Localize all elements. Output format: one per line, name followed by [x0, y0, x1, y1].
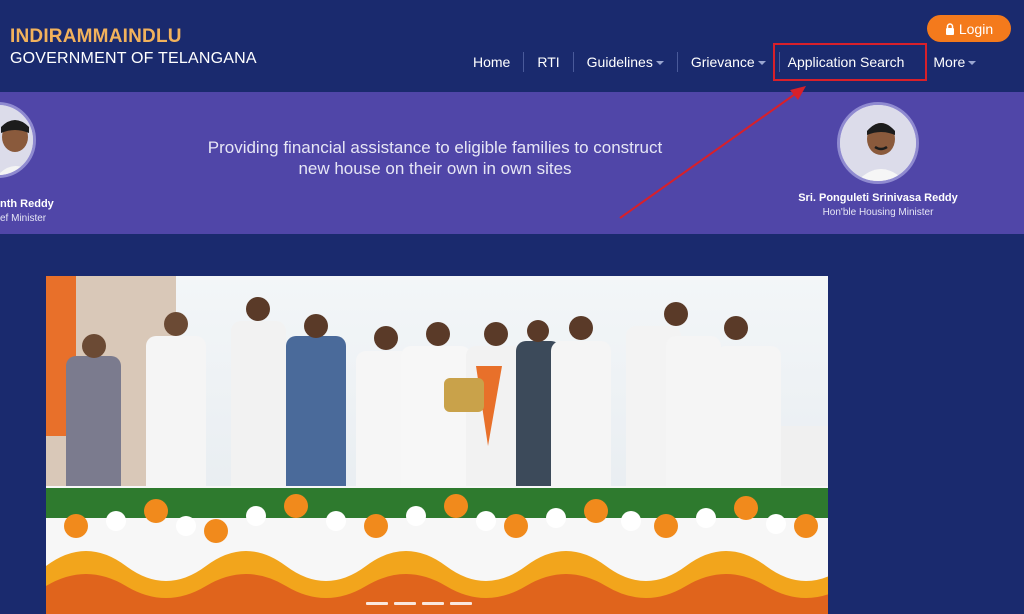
- nav-label: More: [933, 54, 966, 70]
- brand-subtitle: GOVERNMENT OF TELANGANA: [10, 50, 257, 67]
- chevron-down-icon: [655, 61, 664, 65]
- brand-title[interactable]: INDIRAMMAINDLU: [10, 26, 182, 48]
- nav-label: Grievance: [690, 54, 755, 70]
- nav-label: Home: [473, 54, 511, 70]
- event-photo: [46, 276, 828, 614]
- nav-item-rti[interactable]: RTI: [524, 52, 574, 72]
- nav-label: Guidelines: [586, 54, 653, 70]
- application-search-highlight: [773, 43, 927, 81]
- tagline-line-2: new house on their own in own sites: [298, 159, 572, 178]
- login-button[interactable]: Login: [927, 15, 1011, 42]
- login-label: Login: [958, 20, 994, 37]
- lock-icon: [945, 22, 955, 35]
- nav-item-more[interactable]: More: [919, 52, 989, 72]
- nav-item-grievance[interactable]: Grievance: [678, 52, 780, 72]
- chevron-down-icon: [757, 61, 766, 65]
- housing-minister-photo: [837, 102, 919, 184]
- nav-label: RTI: [537, 54, 560, 70]
- chief-minister-photo: [0, 102, 36, 178]
- housing-minister-name: Sri. Ponguleti Srinivasa Reddy: [798, 192, 958, 204]
- housing-minister-title: Hon'ble Housing Minister: [822, 207, 934, 218]
- nav-item-guidelines[interactable]: Guidelines: [574, 52, 678, 72]
- chief-minister-title: ef Minister: [0, 213, 47, 224]
- nav-item-home[interactable]: Home: [460, 52, 525, 72]
- tagline: Providing financial assistance to eligib…: [170, 137, 700, 179]
- tagline-line-1: Providing financial assistance to eligib…: [207, 138, 663, 157]
- hero-banner: nth Reddy ef Minister Providing financia…: [0, 92, 1024, 234]
- chief-minister-name: nth Reddy: [0, 198, 54, 210]
- chevron-down-icon: [968, 61, 977, 65]
